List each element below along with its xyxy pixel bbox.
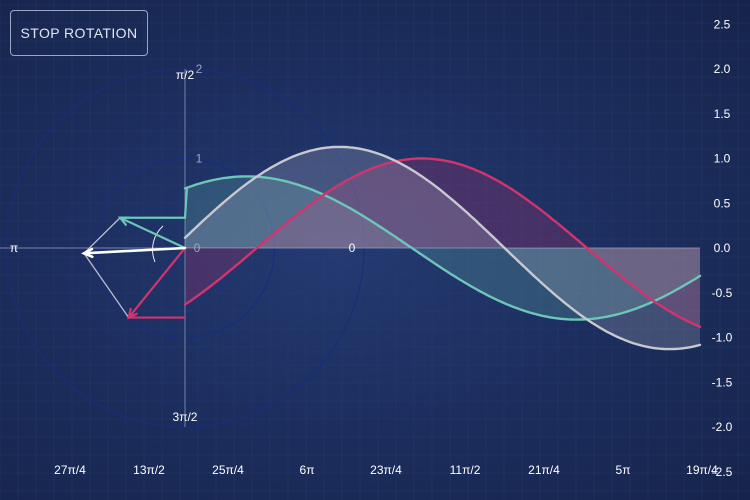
y-tick-label: -2.0: [712, 420, 733, 434]
x-tick-label: 11π/2: [450, 463, 481, 477]
y-tick-label: -1.0: [712, 331, 733, 345]
y-tick-label: -1.5: [712, 375, 733, 389]
x-tick-label: 19π/4: [686, 463, 718, 477]
polar-label-bottom: 3π/2: [173, 410, 198, 424]
y-axis: 2.52.01.51.00.50.0-0.5-1.0-1.5-2.0-2.5: [712, 17, 733, 479]
y-tick-label: -0.5: [712, 286, 733, 300]
y-tick-label: 1.5: [714, 107, 731, 121]
x-tick-label: 23π/4: [370, 463, 402, 477]
magenta-phasor: [127, 246, 187, 319]
y-tick-label: 0.5: [714, 196, 731, 210]
teal-projection: [120, 187, 189, 219]
y-tick-label: 0.0: [714, 241, 731, 255]
teal-phasor: [119, 216, 187, 250]
y-tick-label: 1.0: [714, 152, 731, 166]
resultant-phasor: [82, 246, 187, 255]
polar-label-left: π: [10, 241, 18, 255]
stop-rotation-button[interactable]: STOP ROTATION: [10, 10, 148, 56]
x-tick-label: 5π: [616, 463, 631, 477]
radius-label-1: 1: [196, 152, 203, 166]
phasors: [81, 187, 189, 320]
radius-label-2: 2: [196, 62, 203, 76]
x-tick-label: 13π/2: [133, 463, 165, 477]
phasor-plot: π π/2 3π/2 0 0 1 2 2.5 2.0 1.5 1.0 0.5 0.0 -0.5 -1.0 -1…: [0, 0, 750, 500]
x-tick-label: 27π/4: [54, 463, 86, 477]
x-axis: 27π/4 13π/2 25π/4 6π 23π/4 11π/2 21π/4 5π 19π/4: [54, 463, 718, 477]
polar-label-right: 0: [349, 241, 356, 255]
x-tick-label: 21π/4: [528, 463, 560, 477]
phase-angle-arc: [152, 225, 164, 263]
radius-label-0: 0: [194, 241, 201, 255]
phasor-app: π π/2 3π/2 0 0 1 2 2.5 2.0 1.5 1.0 0.5 0.0 -0.5 -1.0 -1…: [0, 0, 750, 500]
x-tick-label: 25π/4: [212, 463, 244, 477]
parallelogram-side-b: [83, 252, 130, 318]
x-tick-label: 6π: [300, 463, 315, 477]
y-tick-label: 2.0: [714, 62, 731, 76]
polar-label-top: π/2: [176, 68, 195, 82]
y-tick-label: 2.5: [714, 17, 731, 31]
